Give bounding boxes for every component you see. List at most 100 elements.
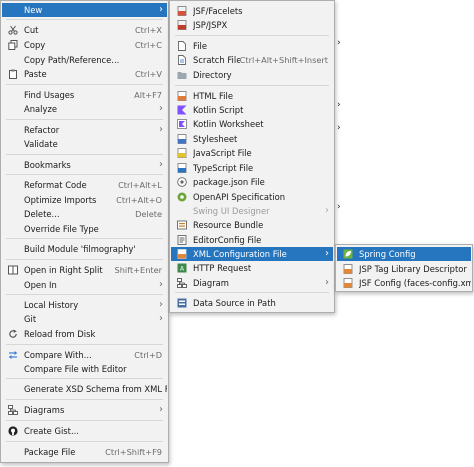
compare-icon xyxy=(8,350,18,360)
xml-item-jsf-config[interactable]: JSF Config (faces-config.xml) xyxy=(337,276,471,290)
blank-icon xyxy=(8,314,18,324)
new-item-javascript-file[interactable]: JavaScript File xyxy=(171,146,333,160)
new-item-openapi-spec[interactable]: OpenAPI Specification xyxy=(171,190,333,204)
menu-item-cut[interactable]: Cut Ctrl+X xyxy=(2,23,167,37)
menu-item-copy-path[interactable]: Copy Path/Reference... xyxy=(2,53,167,67)
menu-item-copy[interactable]: Copy Ctrl+C xyxy=(2,38,167,52)
chevron-right-icon: › xyxy=(159,279,163,290)
menu-item-generate-xsd-schema[interactable]: Generate XSD Schema from XML File... xyxy=(2,382,167,396)
kotlin-worksheet-icon xyxy=(177,119,187,129)
new-item-package-json[interactable]: package.json File xyxy=(171,175,333,189)
menu-item-find-usages[interactable]: Find Usages Alt+F7 xyxy=(2,88,167,102)
new-item-scratch-file[interactable]: Scratch File Ctrl+Alt+Shift+Insert xyxy=(171,53,333,67)
menu-item-compare-with[interactable]: Compare With... Ctrl+D xyxy=(2,348,167,362)
separator xyxy=(6,119,163,120)
new-item-typescript-file[interactable]: TypeScript File xyxy=(171,161,333,175)
separator xyxy=(6,238,163,239)
npm-package-icon xyxy=(177,177,187,187)
new-item-stylesheet[interactable]: Stylesheet xyxy=(171,132,333,146)
new-item-resource-bundle[interactable]: Resource Bundle xyxy=(171,218,333,232)
menu-item-analyze[interactable]: Analyze › xyxy=(2,102,167,116)
new-item-directory[interactable]: Directory xyxy=(171,68,333,82)
menu-item-new[interactable]: New › xyxy=(2,3,167,17)
new-item-html-file[interactable]: HTML File xyxy=(171,89,333,103)
new-item-http-request[interactable]: A HTTP Request xyxy=(171,261,333,275)
menu-item-compare-file-with-editor[interactable]: Compare File with Editor xyxy=(2,362,167,376)
new-item-jsf-facelets[interactable]: JSF/Facelets xyxy=(171,4,333,18)
xml-file-icon xyxy=(177,249,187,259)
menu-item-validate[interactable]: Validate xyxy=(2,137,167,151)
menu-item-reload-from-disk[interactable]: Reload from Disk xyxy=(2,327,167,341)
chevron-right-icon: › xyxy=(159,404,163,415)
chevron-right-icon: › xyxy=(159,4,163,15)
scissors-icon xyxy=(8,25,18,35)
xml-item-jsp-tag-library-descriptor[interactable]: JSP Tag Library Descriptor xyxy=(337,262,471,276)
separator xyxy=(6,259,163,260)
http-request-icon: A xyxy=(177,263,187,273)
chevron-right-icon: › xyxy=(159,103,163,114)
new-item-data-source-in-path[interactable]: Data Source in Path xyxy=(171,296,333,310)
html-file-icon xyxy=(177,91,187,101)
faces-config-icon xyxy=(343,278,353,288)
menu-item-reformat-code[interactable]: Reformat Code Ctrl+Alt+L xyxy=(2,178,167,192)
separator xyxy=(6,19,163,20)
javascript-file-icon xyxy=(177,148,187,158)
blank-icon xyxy=(8,244,18,254)
menu-item-create-gist[interactable]: Create Gist... xyxy=(2,424,167,438)
separator xyxy=(6,420,163,421)
new-item-jsp-jspx[interactable]: JSP/JSPX xyxy=(171,18,333,32)
menu-item-build-module[interactable]: Build Module 'filmography' xyxy=(2,242,167,256)
separator xyxy=(6,174,163,175)
chevron-right-icon: › xyxy=(159,124,163,135)
blank-icon xyxy=(8,160,18,170)
menu-item-optimize-imports[interactable]: Optimize Imports Ctrl+Alt+O xyxy=(2,193,167,207)
chevron-right-icon: › xyxy=(325,205,329,216)
xml-tag-icon xyxy=(343,264,353,274)
blank-icon xyxy=(8,447,18,457)
menu-item-override-file-type[interactable]: Override File Type xyxy=(2,222,167,236)
menu-item-git[interactable]: Git › xyxy=(2,312,167,326)
diagram-icon xyxy=(8,405,18,415)
menu-item-local-history[interactable]: Local History › xyxy=(2,298,167,312)
new-item-kotlin-script[interactable]: Kotlin Script xyxy=(171,103,333,117)
new-item-editorconfig-file[interactable]: EditorConfig File xyxy=(171,233,333,247)
split-view-icon xyxy=(8,265,18,275)
menu-item-paste[interactable]: Paste Ctrl+V xyxy=(2,67,167,81)
blank-icon xyxy=(8,55,18,65)
new-item-diagram[interactable]: Diagram › xyxy=(171,276,333,290)
diagram-icon xyxy=(177,278,187,288)
blank-icon xyxy=(8,195,18,205)
scratch-file-icon xyxy=(177,55,187,65)
css-file-icon xyxy=(177,134,187,144)
reload-icon xyxy=(8,329,18,339)
new-submenu: JSF/Facelets JSP/JSPX File Scratch File … xyxy=(169,0,335,313)
chevron-right-icon: › xyxy=(159,313,163,324)
database-icon xyxy=(177,298,187,308)
editor-fragment: › xyxy=(337,202,341,212)
menu-item-diagrams[interactable]: Diagrams › xyxy=(2,403,167,417)
new-item-kotlin-worksheet[interactable]: Kotlin Worksheet xyxy=(171,117,333,131)
menu-item-package-file[interactable]: Package File Ctrl+Shift+F9 xyxy=(2,445,167,459)
new-item-file[interactable]: File xyxy=(171,39,333,53)
xml-configuration-submenu: Spring Config JSP Tag Library Descriptor… xyxy=(335,244,473,292)
spring-leaf-icon xyxy=(343,249,353,259)
blank-icon xyxy=(177,206,187,216)
menu-item-bookmarks[interactable]: Bookmarks › xyxy=(2,158,167,172)
separator xyxy=(6,441,163,442)
menu-item-open-right-split[interactable]: Open in Right Split Shift+Enter xyxy=(2,263,167,277)
new-item-xml-configuration-file[interactable]: XML Configuration File › xyxy=(171,247,333,261)
blank-icon xyxy=(8,209,18,219)
blank-icon xyxy=(8,139,18,149)
github-icon xyxy=(8,426,18,436)
separator xyxy=(175,35,329,36)
new-item-swing-ui-designer[interactable]: Swing UI Designer › xyxy=(171,204,333,218)
menu-item-refactor[interactable]: Refactor › xyxy=(2,123,167,137)
folder-icon xyxy=(177,70,187,80)
menu-item-delete[interactable]: Delete... Delete xyxy=(2,207,167,221)
file-icon xyxy=(177,41,187,51)
menu-item-open-in[interactable]: Open In › xyxy=(2,278,167,292)
separator xyxy=(6,154,163,155)
editor-fragment: › xyxy=(337,38,341,48)
xml-item-spring-config[interactable]: Spring Config xyxy=(337,247,471,261)
resource-bundle-icon xyxy=(177,220,187,230)
